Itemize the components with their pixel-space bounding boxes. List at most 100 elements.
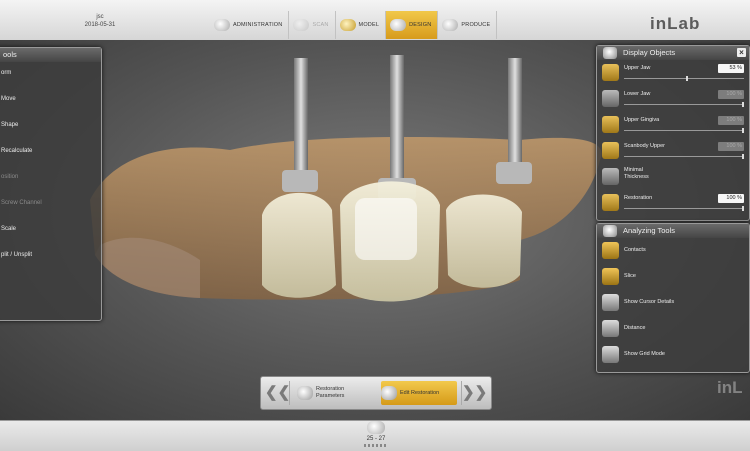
- step-label: ADMINISTRATION: [233, 22, 283, 28]
- scan-icon: [293, 19, 310, 31]
- tool-position: osition: [1, 174, 19, 180]
- thickness-icon[interactable]: [602, 168, 619, 185]
- phase-label: Restoration Parameters: [316, 386, 345, 399]
- restoration-icon[interactable]: [602, 194, 619, 211]
- row-label: Distance: [624, 325, 646, 331]
- row-label: Restoration: [624, 195, 653, 201]
- display-row-upper-gingiva[interactable]: Upper Gingiva 100 %: [597, 112, 749, 138]
- transparency-value[interactable]: 53 %: [718, 64, 744, 73]
- tool-split-unsplit[interactable]: plit / Unsplit: [0, 244, 101, 270]
- analyze-contacts[interactable]: Contacts: [597, 238, 749, 264]
- analyze-distance[interactable]: Distance: [597, 316, 749, 342]
- analyzing-tools-header: Analyzing Tools: [597, 224, 749, 238]
- step-administration[interactable]: ADMINISTRATION: [210, 11, 290, 39]
- row-label: Show Grid Mode: [624, 351, 665, 357]
- tool-form[interactable]: orm: [0, 62, 101, 88]
- step-design[interactable]: DESIGN: [386, 11, 439, 39]
- 3d-viewport[interactable]: ools orm Move Shape Recalculate osition …: [0, 40, 750, 420]
- slider-thumb[interactable]: [742, 154, 744, 159]
- design-phase-nav: ❮❮ Restoration Parameters Edit Restorati…: [260, 376, 492, 410]
- previous-phase-button[interactable]: ❮❮: [265, 381, 290, 405]
- row-label: Upper Jaw: [624, 65, 651, 71]
- scanbody-icon[interactable]: [602, 142, 619, 159]
- patient-name: jsc: [96, 14, 104, 20]
- step-label: MODEL: [358, 22, 380, 28]
- transparency-value[interactable]: 100 %: [718, 90, 744, 99]
- display-objects-icon: [603, 47, 617, 59]
- step-model[interactable]: MODEL: [336, 11, 387, 39]
- transparency-slider[interactable]: [624, 128, 744, 133]
- slider-thumb[interactable]: [742, 206, 744, 211]
- transparency-slider[interactable]: [624, 102, 744, 107]
- analyze-show-cursor-details[interactable]: Show Cursor Details: [597, 290, 749, 316]
- close-icon[interactable]: ×: [737, 48, 746, 57]
- slider-thumb[interactable]: [742, 128, 744, 133]
- brand-watermark: inL: [717, 378, 743, 397]
- analyzing-tools-icon: [603, 225, 617, 237]
- edit-restoration-icon: [381, 386, 397, 400]
- tooth-range: 25 - 27: [366, 436, 386, 442]
- tools-panel-title: ools: [0, 48, 101, 62]
- display-row-upper-jaw[interactable]: Upper Jaw 53 %: [597, 60, 749, 86]
- scanbody-right: [496, 58, 532, 184]
- next-phase-button[interactable]: ❯❯: [461, 381, 487, 405]
- analyzing-tools-panel: Analyzing Tools Contacts Slice Show Curs…: [596, 223, 750, 373]
- upper-jaw-icon[interactable]: [602, 64, 619, 81]
- step-label: SCAN: [312, 22, 329, 28]
- phase-label: Edit Restoration: [400, 389, 440, 396]
- step-label: DESIGN: [409, 22, 432, 28]
- distance-icon: [602, 320, 619, 337]
- display-row-restoration[interactable]: Restoration 100 %: [597, 190, 749, 216]
- scanbody-left: [282, 58, 318, 192]
- tool-scale[interactable]: Scale: [0, 218, 101, 244]
- display-row-scanbody-upper[interactable]: Scanbody Upper 100 %: [597, 138, 749, 164]
- analyze-show-grid-mode[interactable]: Show Grid Mode: [597, 342, 749, 368]
- transparency-value[interactable]: 100 %: [718, 194, 744, 203]
- gingiva-icon[interactable]: [602, 116, 619, 133]
- analyze-slice[interactable]: Slice: [597, 264, 749, 290]
- brand-logo: inLab: [650, 14, 701, 33]
- tool-shape[interactable]: Shape: [0, 114, 101, 140]
- row-label: Lower Jaw: [624, 91, 651, 97]
- slider-thumb[interactable]: [685, 76, 688, 81]
- transparency-value[interactable]: 100 %: [718, 116, 744, 125]
- row-label: Upper Gingiva: [624, 117, 660, 123]
- teeth-selection-icon[interactable]: [367, 421, 385, 434]
- design-icon: [390, 19, 407, 31]
- model-icon: [339, 19, 356, 31]
- step-produce[interactable]: PRODUCE: [438, 11, 498, 39]
- patient-date: 2018-05-31: [84, 22, 116, 28]
- status-bar: 25 - 27: [0, 420, 750, 451]
- row-label: Contacts: [624, 247, 646, 253]
- restoration-parameters-icon: [297, 386, 313, 400]
- grid-mode-icon: [602, 346, 619, 363]
- display-row-lower-jaw[interactable]: Lower Jaw 100 %: [597, 86, 749, 112]
- transparency-slider[interactable]: [624, 76, 744, 81]
- display-objects-header: Display Objects ×: [597, 46, 749, 60]
- display-objects-panel: Display Objects × Upper Jaw 53 % Lower J…: [596, 45, 750, 221]
- row-label: Minimal Thickness: [624, 167, 649, 180]
- display-objects-title: Display Objects: [623, 48, 676, 57]
- row-label: Show Cursor Details: [624, 299, 675, 305]
- tools-panel: ools orm Move Shape Recalculate osition …: [0, 47, 102, 321]
- crown-highlight: [355, 198, 417, 260]
- analyzing-tools-title: Analyzing Tools: [623, 226, 675, 235]
- phase-edit-restoration[interactable]: Edit Restoration: [381, 381, 457, 405]
- row-label: Scanbody Upper: [624, 143, 665, 149]
- transparency-slider[interactable]: [624, 206, 744, 211]
- display-row-minimal-thickness[interactable]: Minimal Thickness: [597, 164, 749, 190]
- transparency-value[interactable]: 100 %: [718, 142, 744, 151]
- slider-thumb[interactable]: [742, 102, 744, 107]
- workflow-steps: ADMINISTRATION SCAN MODEL DESIGN PRODUCE: [210, 11, 498, 39]
- tool-recalculate[interactable]: Recalculate: [0, 140, 101, 166]
- scanbody-middle: [378, 55, 416, 200]
- tool-screw-channel: Screw Channel: [1, 200, 42, 206]
- slice-icon: [602, 268, 619, 285]
- produce-icon: [442, 19, 459, 31]
- phase-restoration-parameters[interactable]: Restoration Parameters: [297, 381, 377, 405]
- restoration-crown-3: [446, 194, 522, 288]
- lower-jaw-icon[interactable]: [602, 90, 619, 107]
- transparency-slider[interactable]: [624, 154, 744, 159]
- tool-move[interactable]: Move: [0, 88, 101, 114]
- patient-info[interactable]: jsc 2018-05-31: [70, 13, 130, 29]
